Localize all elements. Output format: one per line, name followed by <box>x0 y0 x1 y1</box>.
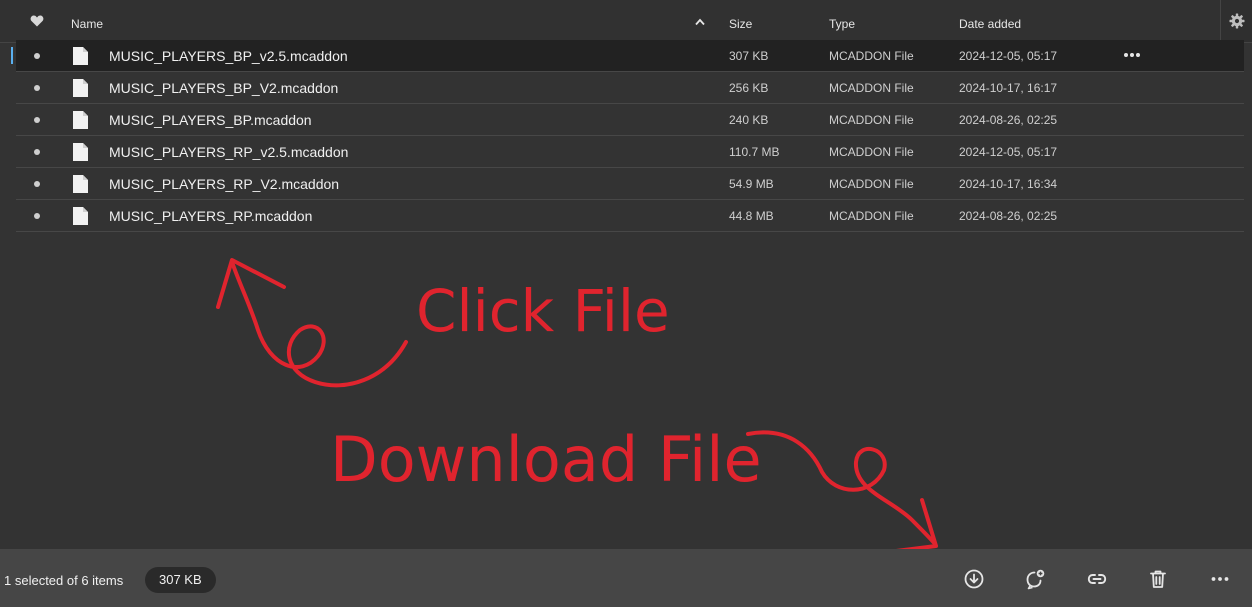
annotation-arrow-down <box>746 430 937 546</box>
annotation-arrowhead-up <box>216 258 286 309</box>
more-options-icon[interactable] <box>1122 48 1142 62</box>
file-type: MCADDON File <box>829 113 914 127</box>
file-date: 2024-10-17, 16:17 <box>959 81 1058 95</box>
favorite-dot[interactable] <box>34 53 40 59</box>
file-icon <box>73 207 88 225</box>
favorite-dot[interactable] <box>34 117 40 123</box>
column-header-date[interactable]: Date added <box>959 17 1021 31</box>
file-name[interactable]: MUSIC_PLAYERS_RP_v2.5.mcaddon <box>109 144 348 160</box>
file-type: MCADDON File <box>829 177 914 191</box>
table-row[interactable]: MUSIC_PLAYERS_BP.mcaddon 240 KB MCADDON … <box>16 104 1244 136</box>
file-icon <box>73 143 88 161</box>
file-size: 54.9 MB <box>729 177 774 191</box>
table-header: Name Size Type Date added <box>0 0 1252 43</box>
file-type: MCADDON File <box>829 81 914 95</box>
favorite-dot[interactable] <box>34 213 40 219</box>
sort-ascending-icon[interactable] <box>694 17 706 27</box>
file-size: 240 KB <box>729 113 769 127</box>
file-date: 2024-12-05, 05:17 <box>959 145 1058 159</box>
file-name[interactable]: MUSIC_PLAYERS_BP_V2.mcaddon <box>109 80 338 96</box>
annotation-click-file: Click File <box>416 277 670 345</box>
file-type: MCADDON File <box>829 145 914 159</box>
column-settings-button[interactable] <box>1220 0 1252 42</box>
selected-size-badge: 307 KB <box>145 567 216 593</box>
annotation-download-file: Download File <box>330 423 762 496</box>
heart-icon[interactable] <box>30 14 44 28</box>
gear-icon <box>1229 13 1245 29</box>
trash-icon[interactable] <box>1147 568 1169 590</box>
selection-toolbar: 1 selected of 6 items 307 KB <box>0 549 1252 607</box>
file-icon <box>73 79 88 97</box>
favorite-dot[interactable] <box>34 85 40 91</box>
file-name[interactable]: MUSIC_PLAYERS_RP.mcaddon <box>109 208 312 224</box>
table-row[interactable]: MUSIC_PLAYERS_BP_v2.5.mcaddon 307 KB MCA… <box>11 40 1244 72</box>
link-icon[interactable] <box>1086 568 1108 590</box>
favorite-dot[interactable] <box>34 181 40 187</box>
file-name[interactable]: MUSIC_PLAYERS_RP_V2.mcaddon <box>109 176 339 192</box>
table-row[interactable]: MUSIC_PLAYERS_RP_V2.mcaddon 54.9 MB MCAD… <box>16 168 1244 200</box>
column-header-name[interactable]: Name <box>71 17 103 31</box>
table-row[interactable]: MUSIC_PLAYERS_BP_V2.mcaddon 256 KB MCADD… <box>16 72 1244 104</box>
file-date: 2024-08-26, 02:25 <box>959 113 1058 127</box>
file-date: 2024-08-26, 02:25 <box>959 209 1058 223</box>
file-type: MCADDON File <box>829 49 914 63</box>
file-name[interactable]: MUSIC_PLAYERS_BP.mcaddon <box>109 112 312 128</box>
favorite-dot[interactable] <box>34 149 40 155</box>
file-type: MCADDON File <box>829 209 914 223</box>
selection-indicator <box>11 47 13 64</box>
column-header-type[interactable]: Type <box>829 17 855 31</box>
file-date: 2024-10-17, 16:34 <box>959 177 1058 191</box>
table-row[interactable]: MUSIC_PLAYERS_RP_v2.5.mcaddon 110.7 MB M… <box>16 136 1244 168</box>
column-header-size[interactable]: Size <box>729 17 752 31</box>
download-icon[interactable] <box>963 568 985 590</box>
table-row[interactable]: MUSIC_PLAYERS_RP.mcaddon 44.8 MB MCADDON… <box>16 200 1244 232</box>
file-name[interactable]: MUSIC_PLAYERS_BP_v2.5.mcaddon <box>109 48 348 64</box>
file-size: 110.7 MB <box>729 145 780 159</box>
file-icon <box>73 47 88 65</box>
more-icon[interactable] <box>1209 568 1231 590</box>
file-icon <box>73 175 88 193</box>
share-icon[interactable] <box>1024 568 1046 590</box>
file-size: 44.8 MB <box>729 209 774 223</box>
selection-status: 1 selected of 6 items <box>4 573 124 588</box>
file-size: 256 KB <box>729 81 769 95</box>
file-size: 307 KB <box>729 49 769 63</box>
annotation-arrow-up <box>230 260 408 388</box>
annotation-arrowhead-down <box>886 498 938 554</box>
file-list: MUSIC_PLAYERS_BP_v2.5.mcaddon 307 KB MCA… <box>11 40 1244 232</box>
file-icon <box>73 111 88 129</box>
file-date: 2024-12-05, 05:17 <box>959 49 1058 63</box>
